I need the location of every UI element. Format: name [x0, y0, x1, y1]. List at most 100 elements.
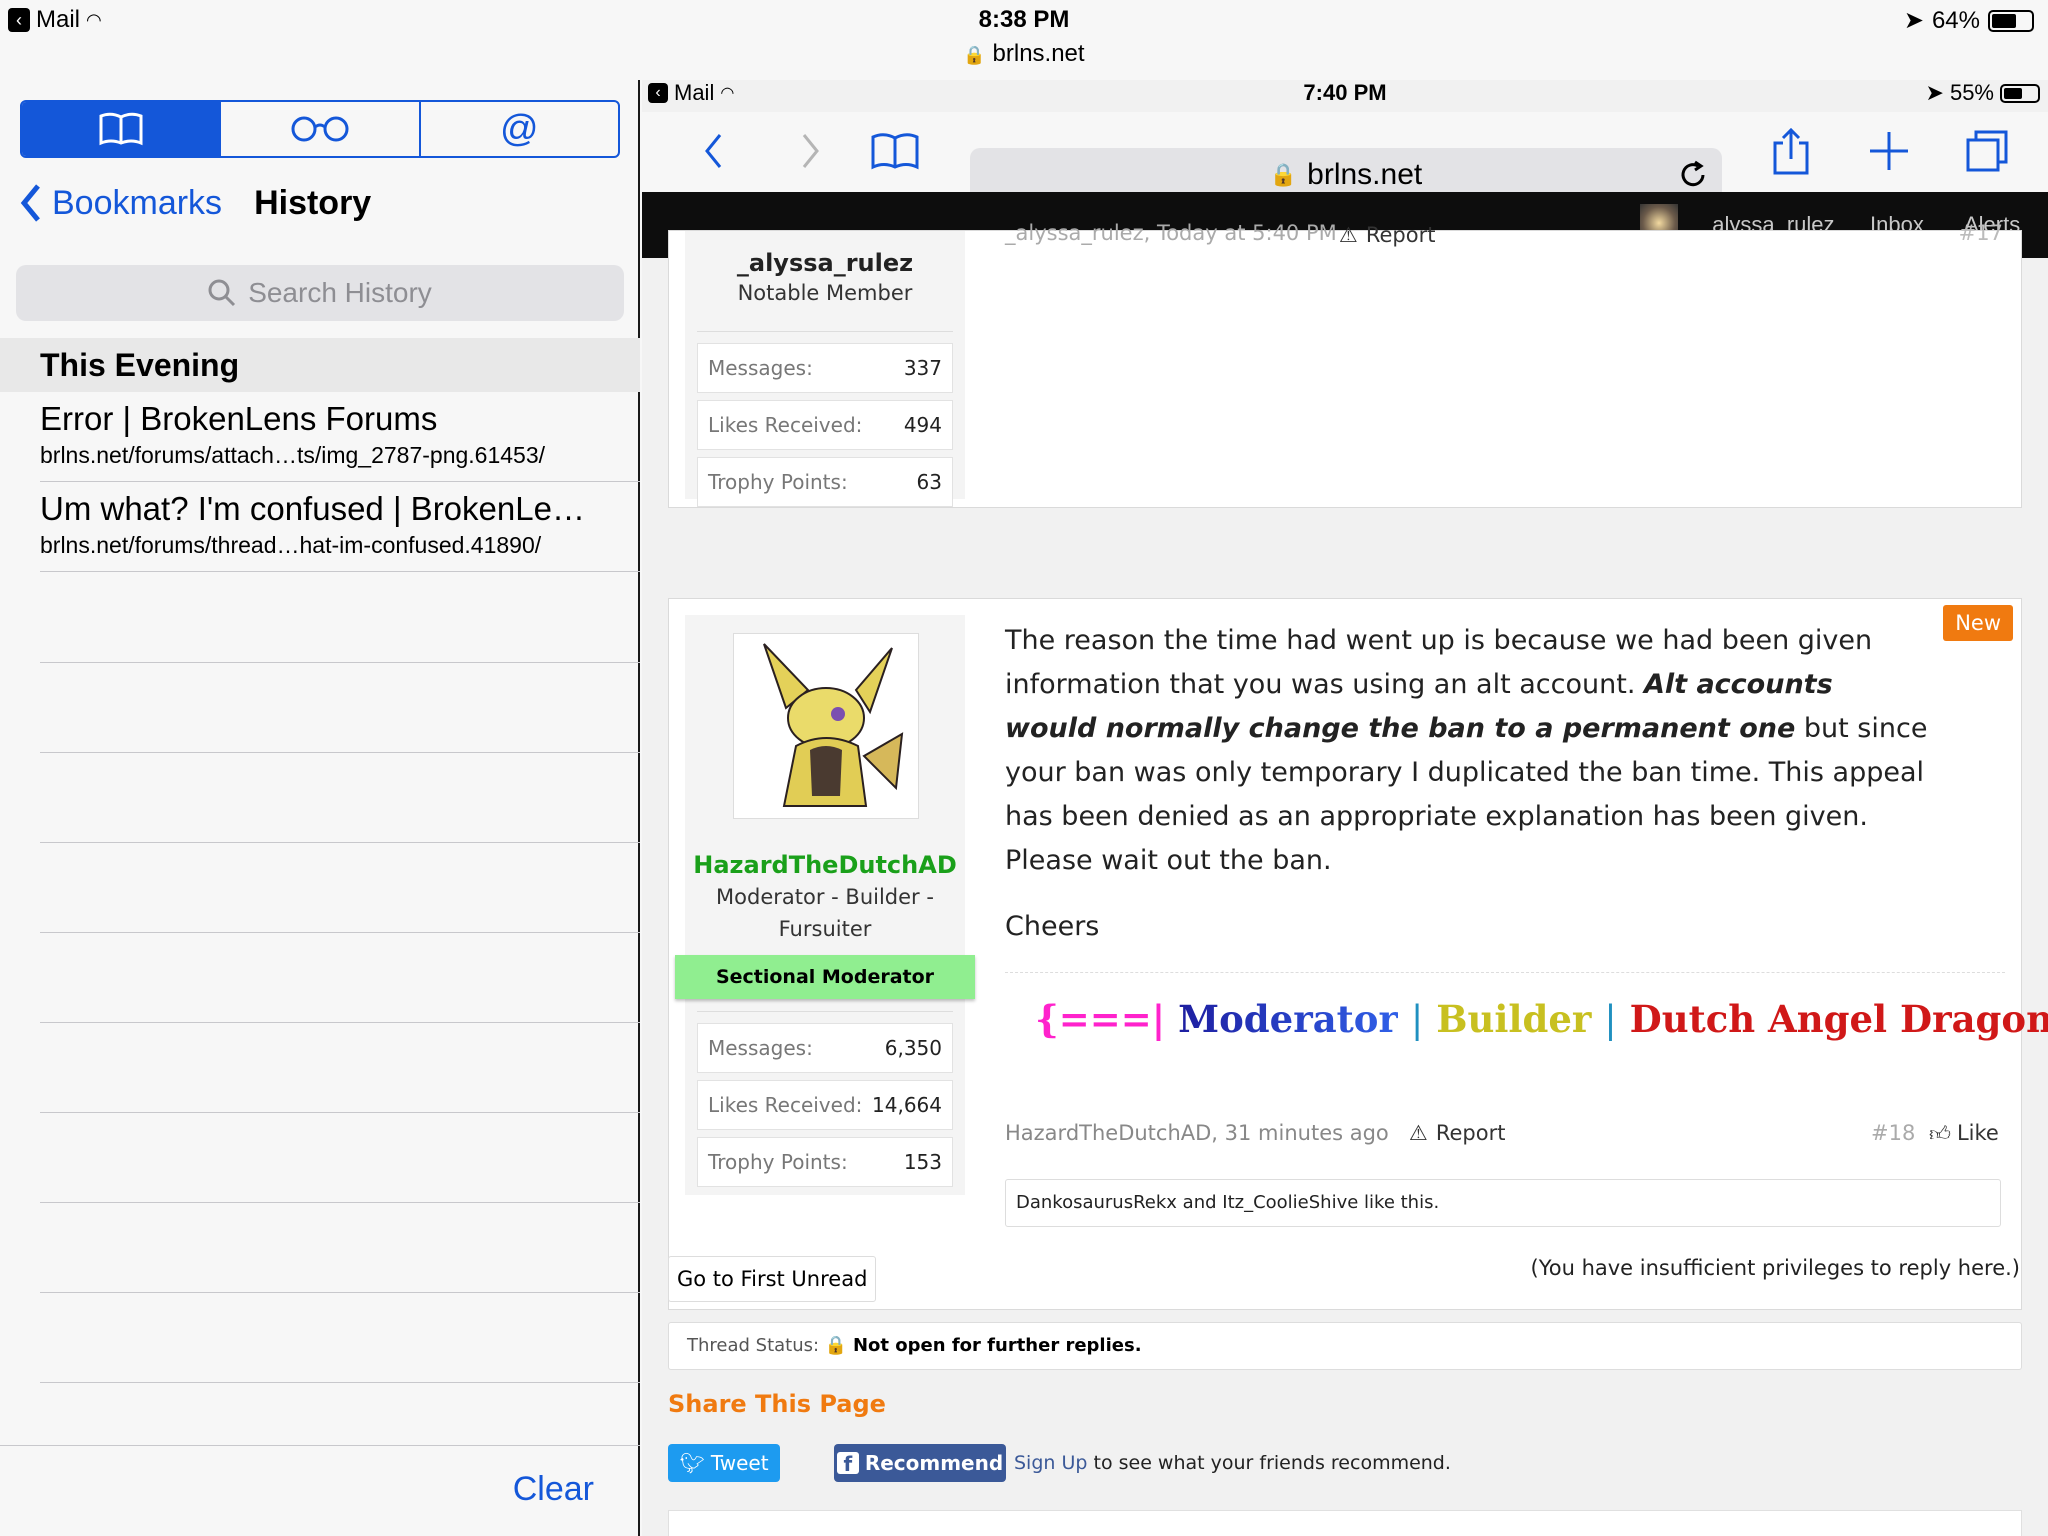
- divider: [697, 1011, 953, 1012]
- role-banner: Sectional Moderator: [675, 955, 975, 999]
- report-link[interactable]: ⚠ Report: [1339, 223, 1435, 247]
- sidebar-segmented-control: @: [20, 100, 620, 158]
- bookmarks-button[interactable]: [868, 126, 922, 176]
- book-icon: [99, 112, 143, 146]
- post-text-line: Cheers: [1005, 911, 1100, 942]
- bookmarks-back-button[interactable]: Bookmarks: [20, 183, 222, 223]
- divider: [697, 331, 953, 332]
- user-title-line-2: Fursuiter: [778, 917, 872, 941]
- report-link[interactable]: ⚠ Report: [1409, 1121, 1505, 1145]
- facebook-icon: f: [836, 1452, 859, 1476]
- post-body: The reason the time had went up is becau…: [1005, 619, 2005, 949]
- post-meta[interactable]: HazardTheDutchAD, 31 minutes ago: [1005, 1121, 1389, 1145]
- like-user-link[interactable]: Itz_CoolieShive: [1222, 1192, 1358, 1213]
- post-text-line: would normally change the ban to a perma…: [1005, 713, 1928, 744]
- status-time: 8:38 PM: [978, 6, 1070, 33]
- user-title: Notable Member: [737, 281, 913, 305]
- battery-icon: [2000, 83, 2040, 103]
- browser-toolbar: 🔒 brlns.net: [642, 112, 2048, 202]
- forward-button[interactable]: [784, 126, 838, 176]
- back-button[interactable]: [686, 126, 740, 176]
- glasses-icon: [291, 116, 349, 142]
- sidebar-title: History: [254, 183, 372, 222]
- signup-link[interactable]: Sign Up: [1014, 1452, 1087, 1474]
- tweet-button[interactable]: 🐦︎ Tweet: [668, 1444, 780, 1482]
- bookmarks-tab[interactable]: [22, 102, 222, 156]
- divider: [40, 1202, 640, 1203]
- search-history-field[interactable]: Search History: [16, 265, 624, 321]
- post-number[interactable]: #18: [1871, 1121, 1915, 1145]
- divider: [40, 1382, 640, 1383]
- stat-messages: Messages: 337: [697, 343, 953, 393]
- lock-icon: 🔒: [824, 1335, 848, 1356]
- divider: [40, 662, 640, 663]
- share-button[interactable]: [1764, 126, 1818, 176]
- post-username[interactable]: _alyssa_rulez: [685, 249, 965, 277]
- stat-likes: Likes Received: 14,664: [697, 1080, 953, 1130]
- history-item-url: brlns.net/forums/attach…ts/img_2787-png.…: [40, 442, 546, 468]
- divider: [40, 1112, 640, 1113]
- new-tab-button[interactable]: [1862, 126, 1916, 176]
- history-item-title: Um what? I'm confused | BrokenLe…: [40, 490, 585, 527]
- tabs-button[interactable]: [1960, 126, 2014, 176]
- inner-status-bar: ‹ Mail ◠ 7:40 PM ➤ 55%: [642, 80, 2048, 112]
- shared-links-tab[interactable]: @: [421, 102, 618, 156]
- share-icon: [1773, 127, 1809, 175]
- user-info: HazardTheDutchAD Moderator - Builder - F…: [675, 615, 975, 1195]
- facebook-signup-text: Sign Up to see what your friends recomme…: [1014, 1452, 1451, 1474]
- inner-status-time: 7:40 PM: [1303, 80, 1387, 105]
- user-info: _alyssa_rulez Notable Member Messages: 33…: [685, 231, 965, 507]
- stat-trophy: Trophy Points: 153: [697, 1137, 953, 1187]
- divider: [40, 1022, 640, 1023]
- status-bar: ‹ Mail ◠ 8:38 PM 🔒 brlns.net ➤ 64%: [0, 0, 2048, 80]
- post-text-line: has been denied as an appropriate explan…: [1005, 801, 1868, 832]
- thumbs-up-icon: 👍︎: [1929, 1122, 1951, 1146]
- thread-status: Thread Status: 🔒 Not open for further re…: [668, 1322, 2022, 1370]
- signature-divider: [1005, 972, 2005, 973]
- clear-button[interactable]: Clear: [513, 1470, 594, 1509]
- plus-icon: [1870, 132, 1908, 170]
- post-text-line: your ban was only temporary I duplicated…: [1005, 757, 1925, 788]
- search-icon: [208, 279, 236, 307]
- chevron-right-icon: [802, 134, 819, 168]
- user-title-line-1: Moderator - Builder -: [716, 885, 934, 909]
- history-sidebar: @ Bookmarks History Search History This …: [0, 80, 640, 1536]
- stat-likes: Likes Received: 494: [697, 400, 953, 450]
- divider: [40, 932, 640, 933]
- reload-icon[interactable]: [1678, 160, 1708, 190]
- search-placeholder: Search History: [248, 277, 432, 308]
- divider: [40, 752, 640, 753]
- twitter-bird-icon: 🐦︎: [679, 1451, 705, 1475]
- section-header: This Evening: [0, 338, 640, 392]
- battery-percent: 55%: [1949, 80, 1994, 105]
- sidebar-nav: Bookmarks History: [20, 178, 371, 228]
- post-number[interactable]: #17: [1959, 221, 2003, 245]
- reading-list-tab[interactable]: [221, 102, 421, 156]
- post-username[interactable]: HazardTheDutchAD: [685, 851, 965, 879]
- battery-icon: [1988, 9, 2034, 32]
- status-url: 🔒 brlns.net: [963, 40, 1085, 67]
- divider: [40, 1292, 640, 1293]
- post-17: _alyssa_rulez Notable Member Messages: 33…: [668, 221, 2022, 508]
- battery-percent: 64%: [1931, 6, 1980, 34]
- post-meta: _alyssa_rulez, Today at 5:40 PM: [1005, 221, 1337, 245]
- address-text: brlns.net: [1307, 158, 1423, 191]
- likes-summary: DankosaurusRekx and Itz_CoolieShive like…: [1005, 1179, 2001, 1227]
- go-to-first-unread-button[interactable]: Go to First Unread: [668, 1256, 877, 1302]
- warning-icon: ⚠: [1409, 1121, 1428, 1145]
- dragon-avatar-image: [763, 643, 904, 807]
- recommend-button[interactable]: f Recommend: [834, 1444, 1006, 1482]
- stat-messages: Messages: 6,350: [697, 1023, 953, 1073]
- history-item[interactable]: Um what? I'm confused | BrokenLe… brlns.…: [40, 482, 640, 572]
- tabs-icon: [1966, 130, 2008, 172]
- stat-trophy: Trophy Points: 63: [697, 457, 953, 507]
- chevron-left-icon: [20, 184, 40, 222]
- history-item[interactable]: Error | BrokenLens Forums brlns.net/foru…: [40, 392, 640, 482]
- like-button[interactable]: 👍︎ Like: [1929, 1121, 1999, 1147]
- like-user-link[interactable]: DankosaurusRekx: [1016, 1192, 1177, 1213]
- avatar[interactable]: [733, 633, 919, 819]
- at-icon: @: [500, 107, 539, 150]
- post-text-line: The reason the time had went up is becau…: [1005, 625, 1873, 656]
- book-icon: [871, 133, 919, 170]
- insufficient-privileges-text: (You have insufficient privileges to rep…: [1530, 1256, 2020, 1280]
